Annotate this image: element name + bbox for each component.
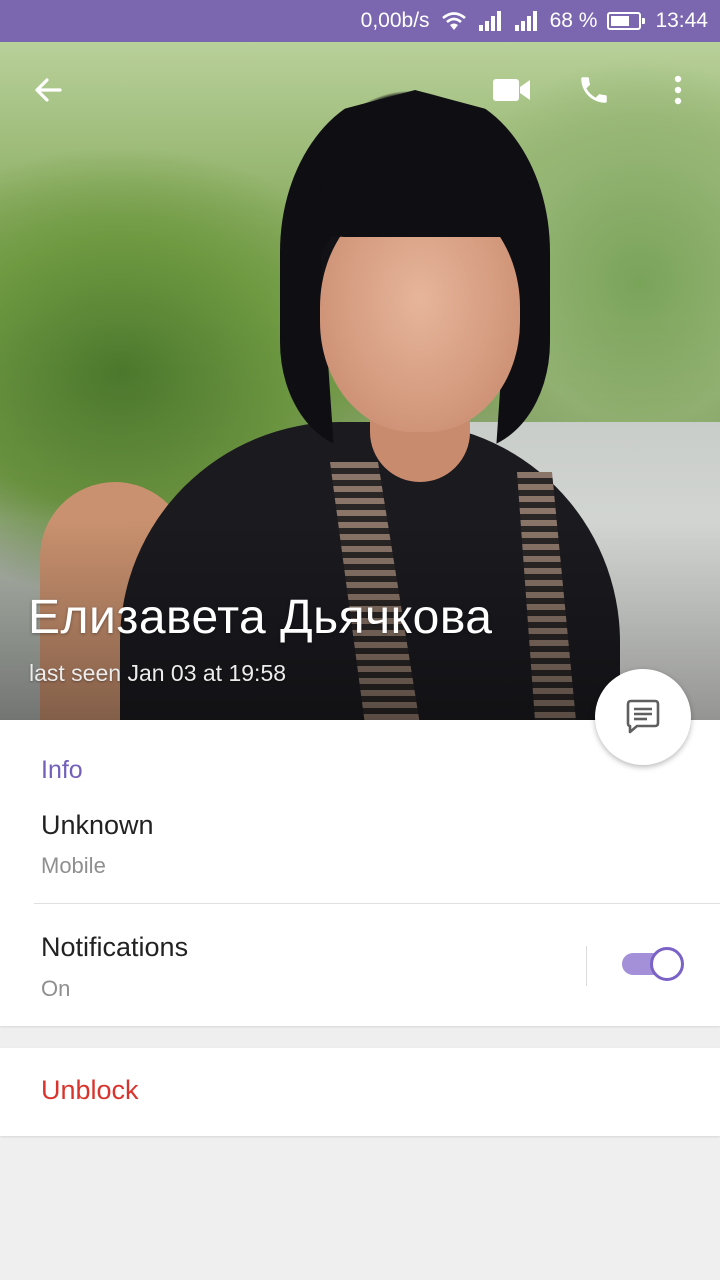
back-button[interactable] bbox=[28, 70, 68, 110]
contact-info-screen: 0,00b/s 68 % 13:44 Елизавета Дьячкова la… bbox=[0, 0, 720, 1280]
signal-icon bbox=[478, 11, 504, 31]
network-speed: 0,00b/s bbox=[360, 9, 430, 32]
send-message-button[interactable] bbox=[595, 669, 691, 765]
photo-bangs bbox=[320, 142, 530, 237]
notifications-state: On bbox=[41, 976, 71, 1001]
notifications-label: Notifications bbox=[41, 932, 189, 962]
video-call-button[interactable] bbox=[490, 70, 534, 110]
info-section-title: Info bbox=[41, 756, 83, 784]
battery-fill bbox=[611, 16, 630, 26]
clock: 13:44 bbox=[655, 9, 708, 32]
wifi-icon bbox=[440, 10, 468, 32]
phone-icon bbox=[581, 77, 607, 103]
toolbar bbox=[0, 42, 720, 142]
toggle-knob bbox=[650, 947, 684, 981]
notifications-row[interactable]: Notifications On bbox=[0, 904, 720, 1026]
voice-call-button[interactable] bbox=[574, 70, 614, 110]
message-icon bbox=[626, 699, 660, 734]
contact-name: Елизавета Дьячкова bbox=[28, 591, 493, 644]
unblock-card[interactable]: Unblock bbox=[0, 1048, 720, 1136]
video-camera-icon bbox=[493, 79, 530, 101]
signal-icon-2 bbox=[514, 11, 540, 31]
info-card: Info Unknown Mobile Notifications On bbox=[0, 720, 720, 1026]
battery-icon bbox=[607, 12, 646, 30]
back-arrow-icon bbox=[35, 78, 62, 102]
unblock-button[interactable]: Unblock bbox=[41, 1075, 139, 1106]
status-bar: 0,00b/s 68 % 13:44 bbox=[0, 0, 720, 42]
vertical-separator bbox=[586, 946, 587, 986]
last-seen-status: last seen Jan 03 at 19:58 bbox=[29, 660, 287, 686]
notifications-toggle[interactable] bbox=[622, 946, 684, 982]
phone-number-type: Mobile bbox=[41, 853, 106, 878]
battery-percent: 68 % bbox=[549, 9, 598, 32]
more-options-button[interactable] bbox=[658, 70, 698, 110]
more-vertical-icon bbox=[674, 75, 682, 105]
phone-number-value[interactable]: Unknown bbox=[41, 810, 154, 841]
